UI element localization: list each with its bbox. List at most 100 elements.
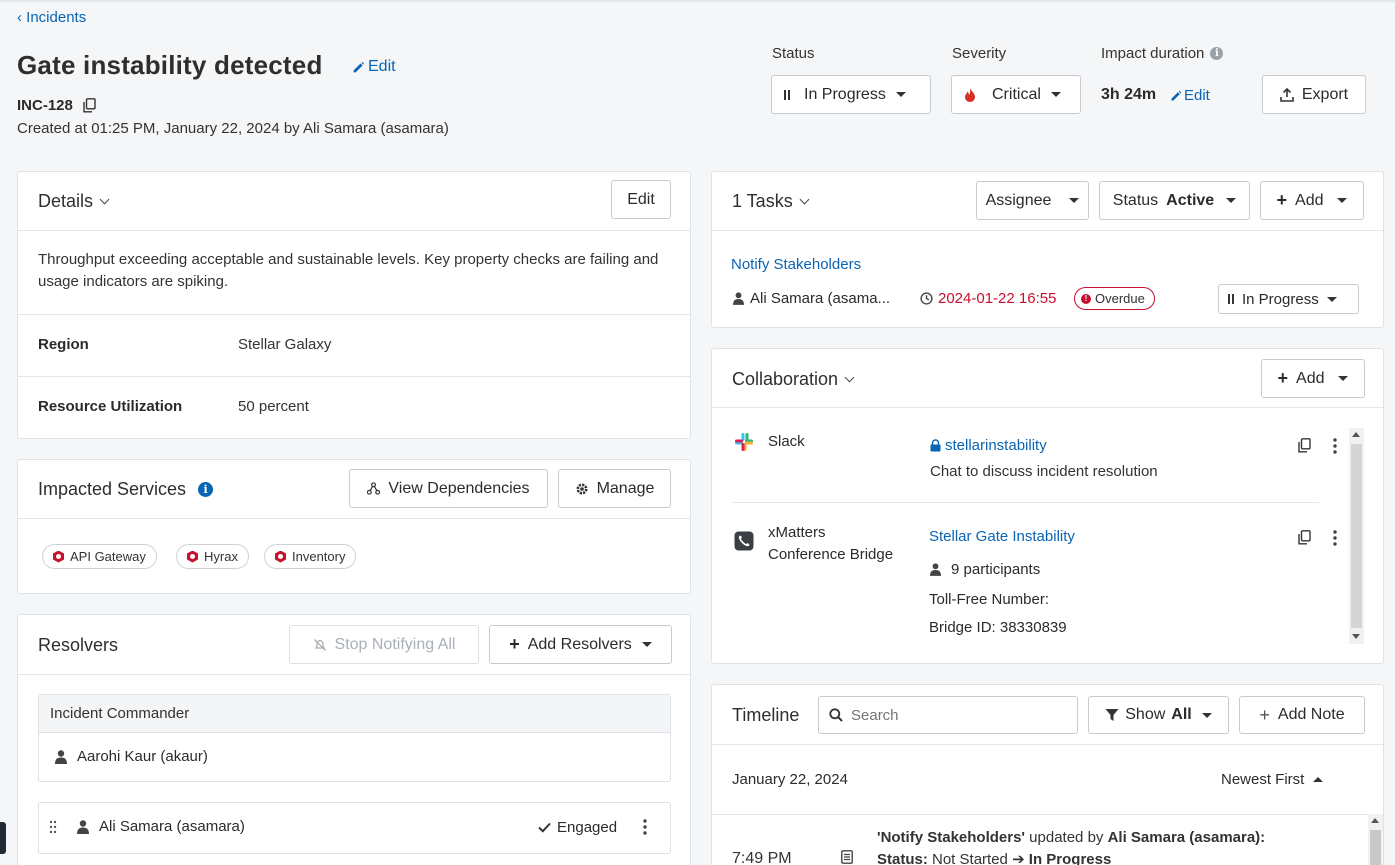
back-link[interactable]: ‹ Incidents [17, 9, 86, 26]
add-note-label: Add Note [1277, 706, 1345, 723]
task-link[interactable]: Notify Stakeholders [731, 256, 861, 273]
add-resolvers-label: Add Resolvers [527, 635, 632, 653]
tasks-title[interactable]: 1 Tasks [732, 191, 810, 212]
field-label-resource-utilization: Resource Utilization [38, 398, 183, 415]
timeline-entry-status-key: Status: [877, 851, 928, 865]
user-icon [77, 819, 89, 834]
add-note-button[interactable]: + Add Note [1239, 696, 1365, 734]
stop-notifying-label: Stop Notifying All [334, 635, 456, 653]
slack-channel-name: stellarinstability [945, 437, 1047, 454]
resolver-name: Ali Samara (asamara) [99, 818, 245, 835]
manage-label: Manage [596, 479, 655, 497]
info-icon[interactable]: i [1210, 47, 1224, 60]
status-filter-label: Status [1112, 191, 1159, 209]
collaboration-card: Collaboration + Add Slack stellarinstabi… [711, 348, 1384, 664]
timeline-search-field[interactable] [818, 696, 1078, 734]
view-dependencies-button[interactable]: View Dependencies [349, 469, 548, 508]
copy-icon[interactable] [83, 98, 96, 113]
service-icon [187, 550, 198, 563]
caret-down-icon [1050, 92, 1061, 97]
status-filter[interactable]: Status Active [1099, 181, 1250, 220]
task-due: 2024-01-22 16:55 [920, 290, 1056, 307]
status-value: In Progress [804, 85, 886, 103]
overdue-badge-text: Overdue [1095, 291, 1145, 306]
kebab-menu-icon[interactable] [1333, 530, 1337, 550]
timeline-entry-updated-by: updated by [1025, 829, 1108, 846]
user-icon [55, 749, 67, 764]
service-name: Hyrax [204, 549, 238, 564]
incident-commander-header: Incident Commander [50, 705, 190, 722]
add-task-button[interactable]: + Add [1260, 181, 1364, 220]
tasks-title-text: 1 Tasks [732, 191, 793, 211]
service-name: Inventory [292, 549, 346, 564]
show-filter-value: All [1171, 706, 1192, 723]
timeline-entry-user: Ali Samara (asamara): [1107, 829, 1266, 846]
incident-id-text: INC-128 [17, 97, 73, 114]
title-edit-label: Edit [368, 58, 396, 75]
xmatters-tool-line1: xMatters [768, 524, 826, 541]
slack-tool-name: Slack [768, 433, 805, 450]
slack-channel-link[interactable]: stellarinstability [930, 437, 1047, 454]
service-name: API Gateway [70, 549, 146, 564]
show-filter-button[interactable]: Show All [1088, 696, 1229, 734]
impact-edit-link[interactable]: Edit [1170, 87, 1210, 104]
copy-icon[interactable] [1298, 438, 1311, 457]
task-status-dropdown[interactable]: In Progress [1218, 284, 1359, 314]
severity-dropdown[interactable]: Critical [951, 75, 1081, 114]
collaboration-scrollbar[interactable] [1349, 428, 1364, 644]
impact-duration-value: 3h 24m [1101, 86, 1157, 103]
add-resolvers-button[interactable]: + Add Resolvers [489, 625, 672, 664]
xmatters-tool-line2: Conference Bridge [768, 546, 894, 563]
service-pill[interactable]: API Gateway [42, 544, 157, 569]
timeline-title: Timeline [732, 705, 800, 725]
service-pill[interactable]: Hyrax [176, 544, 249, 569]
export-button[interactable]: Export [1262, 75, 1366, 114]
copy-icon[interactable] [1298, 530, 1311, 549]
collaboration-title[interactable]: Collaboration [732, 369, 855, 390]
status-label: Status [772, 45, 815, 62]
plus-icon: + [509, 634, 520, 654]
check-icon [538, 822, 551, 833]
incident-commander-box: Incident Commander Aarohi Kaur (akaur) [38, 694, 671, 782]
task-owner-name: Ali Samara (asama... [750, 290, 891, 307]
plus-icon: + [1277, 368, 1289, 388]
resolvers-card: Resolvers Stop Notifying All + Add Resol… [17, 614, 691, 865]
alert-icon: ! [1081, 293, 1091, 304]
export-icon [1280, 87, 1294, 102]
impact-duration-label-text: Impact duration [1101, 45, 1205, 62]
resolver-status-text: Engaged [557, 819, 618, 836]
gear-icon [576, 483, 588, 494]
kebab-menu-icon[interactable] [643, 819, 647, 839]
timeline-scrollbar[interactable] [1368, 814, 1383, 865]
title-edit-link[interactable]: Edit [352, 58, 396, 76]
tasks-card: 1 Tasks Assignee Status Active + Add Not… [711, 171, 1384, 328]
caret-down-icon [641, 642, 652, 647]
status-dropdown[interactable]: In Progress [771, 75, 931, 114]
chevron-down-icon [799, 194, 810, 205]
assignee-filter[interactable]: Assignee [976, 181, 1089, 220]
side-tab[interactable] [0, 822, 6, 854]
xmatters-bridge-link[interactable]: Stellar Gate Instability [929, 528, 1075, 545]
timeline-card: Timeline Show All + Add Note January 22,… [711, 684, 1384, 865]
timeline-search-input[interactable] [851, 706, 1051, 724]
details-title[interactable]: Details [38, 191, 110, 212]
severity-value: Critical [992, 85, 1041, 103]
details-card: Details Edit Throughput exceeding accept… [17, 171, 691, 439]
impact-edit-label: Edit [1184, 87, 1210, 104]
sort-toggle[interactable]: Newest First [1221, 771, 1324, 788]
add-task-label: Add [1295, 191, 1324, 209]
drag-handle-icon[interactable] [49, 820, 57, 838]
field-label-region: Region [38, 336, 89, 353]
resolver-user[interactable]: Ali Samara (asamara) [77, 818, 245, 835]
info-icon[interactable]: i [198, 482, 214, 497]
task-status-value: In Progress [1242, 290, 1319, 308]
service-pill[interactable]: Inventory [264, 544, 357, 569]
pencil-icon [353, 61, 365, 72]
kebab-menu-icon[interactable] [1333, 438, 1337, 458]
incident-commander[interactable]: Aarohi Kaur (akaur) [55, 748, 208, 765]
impacted-services-title: Impacted Services i [38, 479, 214, 500]
add-collaboration-button[interactable]: + Add [1261, 359, 1365, 398]
details-edit-button[interactable]: Edit [611, 180, 671, 219]
stop-notifying-button[interactable]: Stop Notifying All [289, 625, 479, 664]
manage-button[interactable]: Manage [558, 469, 671, 508]
